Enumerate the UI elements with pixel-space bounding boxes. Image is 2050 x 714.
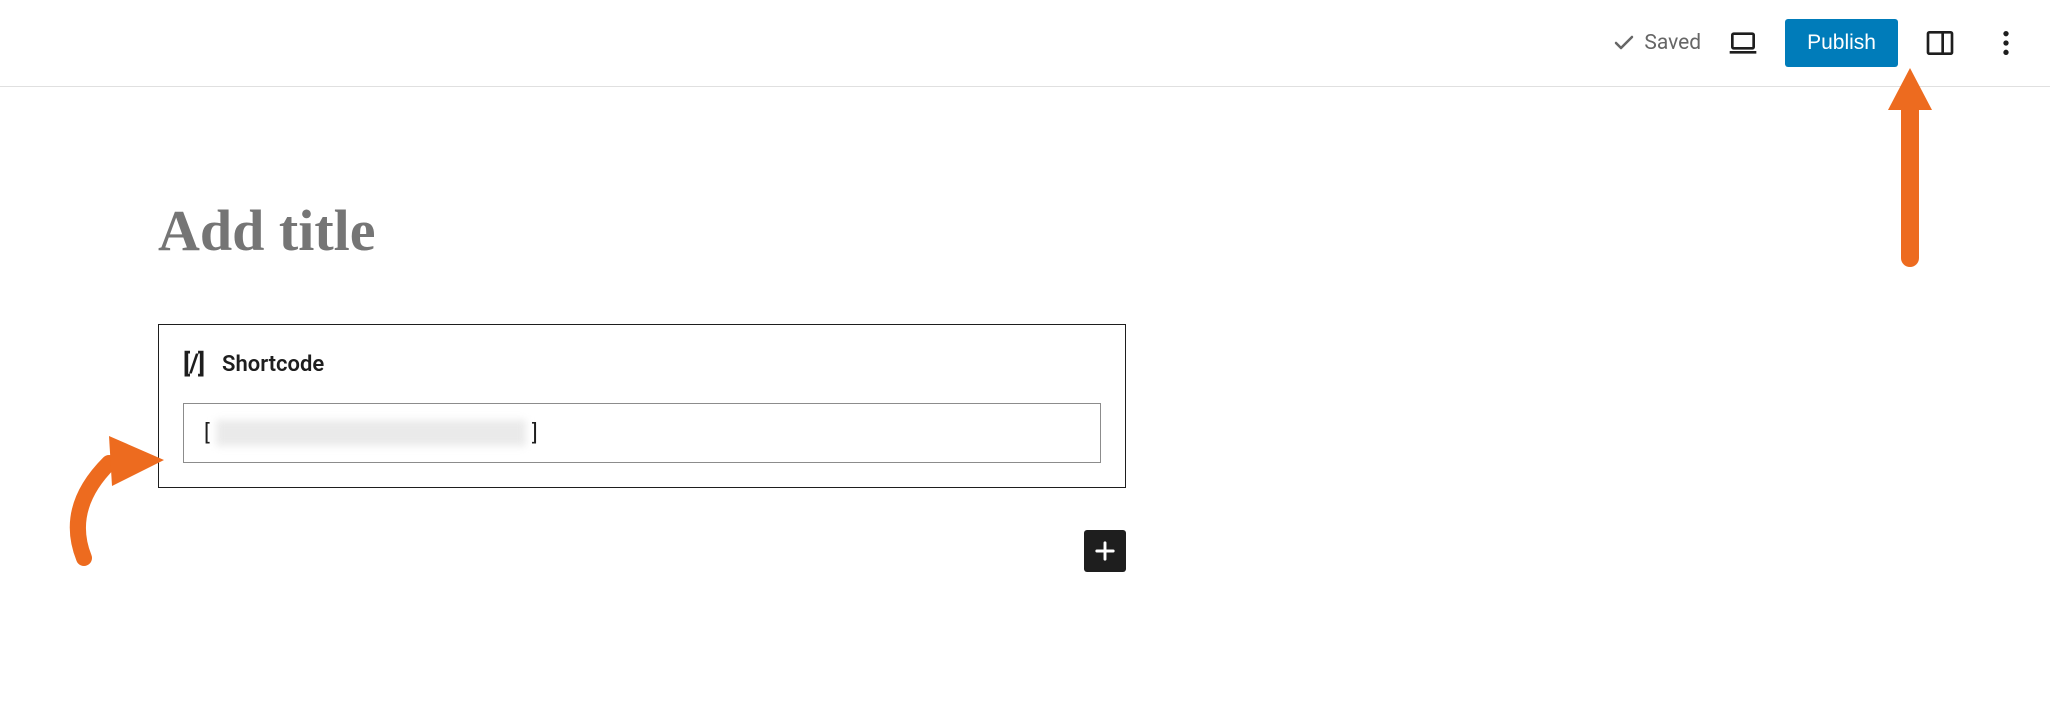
publish-button[interactable]: Publish	[1785, 19, 1898, 67]
view-button[interactable]	[1719, 19, 1767, 67]
shortcode-block[interactable]: [/] Shortcode [ ]	[158, 324, 1126, 488]
sidebar-icon	[1924, 27, 1956, 59]
dots-vertical-icon	[1990, 27, 2022, 59]
shortcode-redacted-content	[216, 420, 526, 446]
shortcode-value-right: ]	[532, 421, 538, 446]
more-options-button[interactable]	[1982, 19, 2030, 67]
editor-header: Saved Publish	[0, 0, 2050, 87]
add-block-button[interactable]	[1084, 530, 1126, 572]
sidebar-toggle-button[interactable]	[1916, 19, 1964, 67]
shortcode-block-header: [/] Shortcode	[183, 349, 1101, 379]
post-title-input[interactable]: Add title	[158, 197, 2050, 264]
saved-label: Saved	[1644, 31, 1701, 55]
shortcode-block-label: Shortcode	[222, 352, 324, 377]
plus-icon	[1091, 537, 1119, 565]
check-icon	[1612, 31, 1636, 55]
saved-status: Saved	[1612, 31, 1701, 55]
editor-canvas: Add title [/] Shortcode [ ]	[0, 87, 2050, 572]
shortcode-icon: [/]	[183, 349, 204, 379]
laptop-icon	[1727, 27, 1759, 59]
shortcode-value-left: [	[204, 421, 210, 446]
shortcode-input[interactable]: [ ]	[183, 403, 1101, 463]
